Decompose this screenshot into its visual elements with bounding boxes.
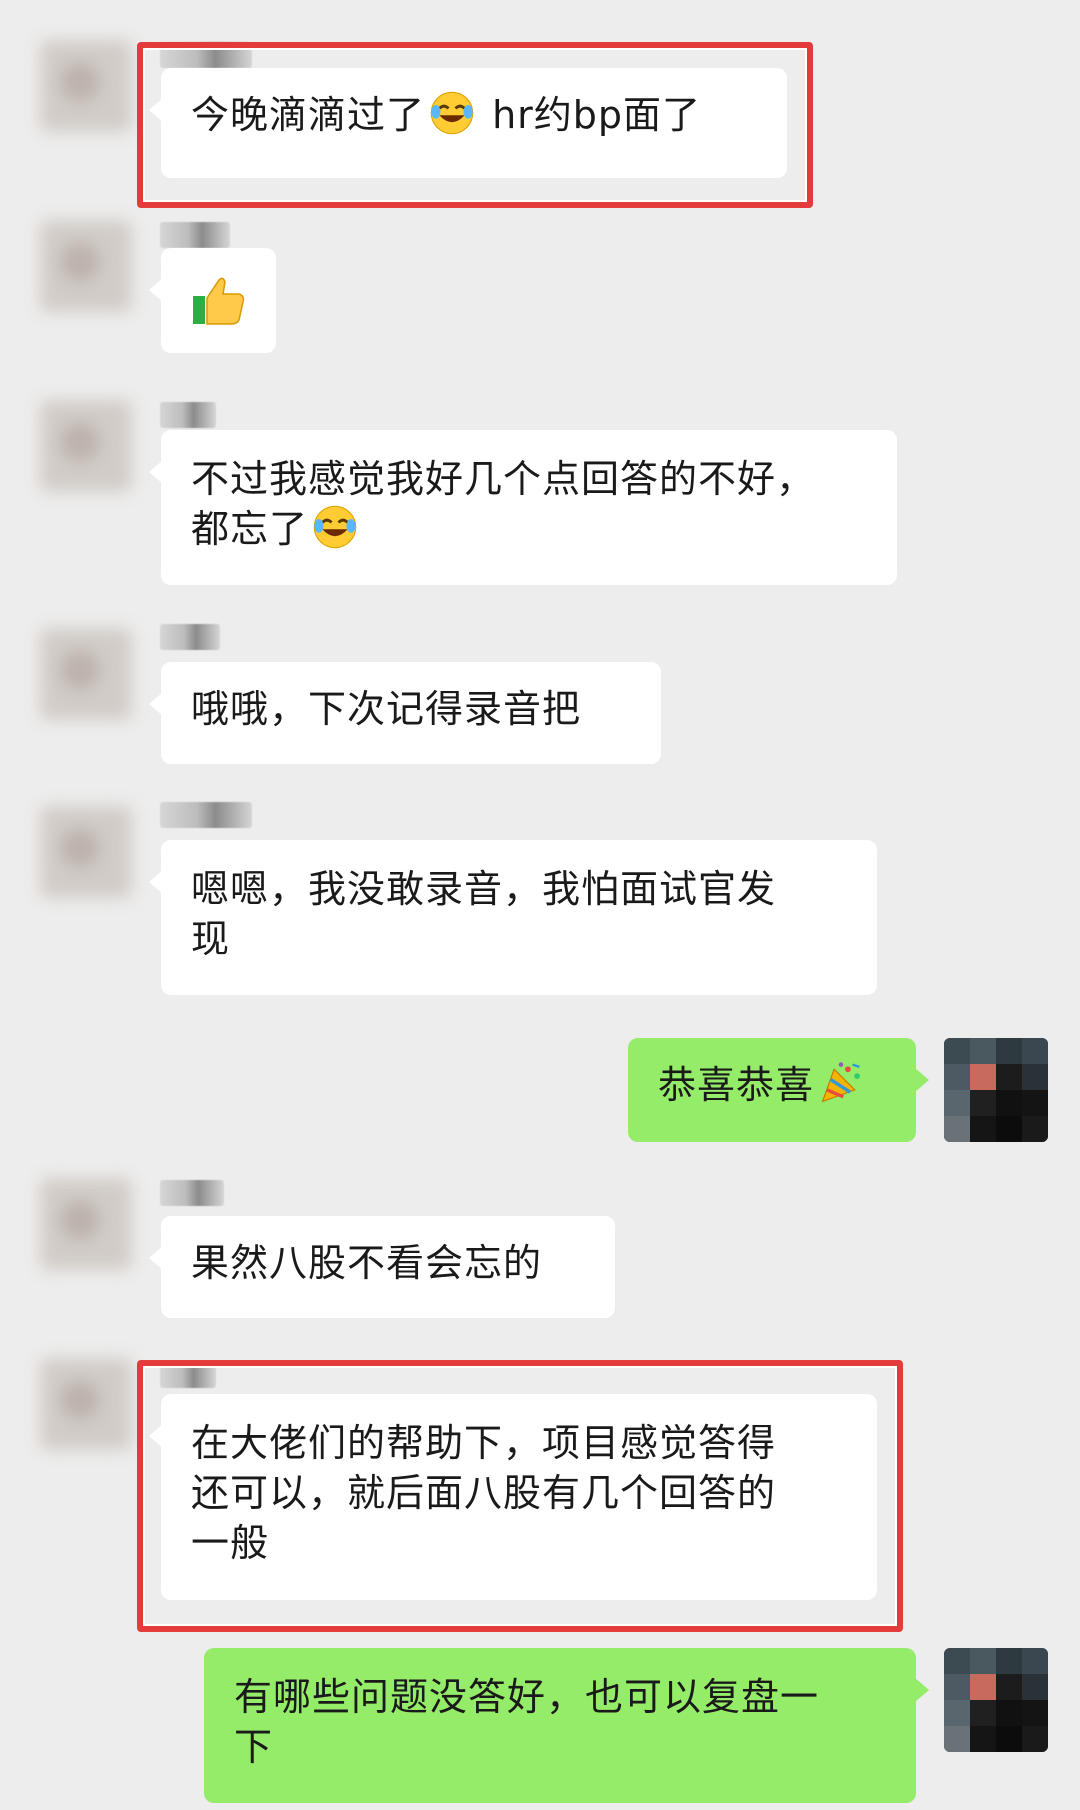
message-bubble-self[interactable]: 恭喜恭喜 [628, 1038, 929, 1142]
message-bubble[interactable]: 在大佬们的帮助下，项目感觉答得 还可以，就后面八股有几个回答的 一般 [149, 1394, 877, 1600]
message-bubble-self[interactable]: 有哪些问题没答好，也可以复盘一 下 [204, 1648, 929, 1803]
message-line: 在大佬们的帮助下，项目感觉答得 [191, 1421, 777, 1465]
laughing-tears-icon [430, 91, 474, 135]
message-text: 今晚滴滴过了 [191, 93, 426, 137]
avatar-self[interactable] [944, 1038, 1048, 1142]
avatar[interactable] [40, 220, 132, 312]
sender-name [160, 802, 252, 828]
message-bubble[interactable]: 今晚滴滴过了 hr约bp面了 [149, 68, 787, 178]
avatar[interactable] [40, 1178, 132, 1270]
avatar[interactable] [40, 628, 132, 720]
message-line: 嗯嗯，我没敢录音，我怕面试官发 [191, 867, 777, 911]
message-line: 现 [191, 917, 231, 961]
message-bubble[interactable]: 哦哦，下次记得录音把 [149, 662, 661, 764]
message-line: 都忘了 [191, 504, 867, 554]
message-line: 有哪些问题没答好，也可以复盘一 [234, 1675, 820, 1719]
sender-name [160, 624, 220, 650]
avatar[interactable] [40, 1358, 132, 1450]
message-bubble[interactable]: 嗯嗯，我没敢录音，我怕面试官发 现 [149, 840, 877, 995]
avatar[interactable] [40, 40, 132, 132]
sender-name [160, 222, 230, 248]
sender-name [160, 1362, 216, 1388]
message-line: 不过我感觉我好几个点回答的不好， [191, 457, 816, 501]
chat-window: 今晚滴滴过了 hr约bp面了 不过我感觉我好几个点回答的不好， 都忘了 哦哦，下… [0, 0, 1080, 1810]
sender-name [160, 1180, 224, 1206]
avatar-self[interactable] [944, 1648, 1048, 1752]
message-bubble[interactable] [149, 248, 276, 353]
message-bubble[interactable]: 果然八股不看会忘的 [149, 1216, 615, 1318]
message-text: 恭喜恭喜 [658, 1063, 815, 1107]
laughing-tears-icon [313, 505, 357, 549]
thumbs-up-icon [193, 277, 245, 325]
message-bubble[interactable]: 不过我感觉我好几个点回答的不好， 都忘了 [149, 430, 897, 585]
message-line: 下 [234, 1725, 274, 1769]
message-line: 一般 [191, 1521, 270, 1565]
message-line: 还可以，就后面八股有几个回答的 [191, 1471, 777, 1515]
sender-name [160, 402, 216, 428]
avatar[interactable] [40, 400, 132, 492]
sender-name [160, 42, 252, 68]
message-text: 果然八股不看会忘的 [191, 1241, 543, 1285]
message-text: 哦哦，下次记得录音把 [191, 687, 582, 731]
message-text: 都忘了 [191, 507, 309, 551]
avatar[interactable] [40, 806, 132, 898]
party-popper-icon [821, 1062, 860, 1103]
message-text-after: hr约bp面了 [479, 93, 702, 137]
